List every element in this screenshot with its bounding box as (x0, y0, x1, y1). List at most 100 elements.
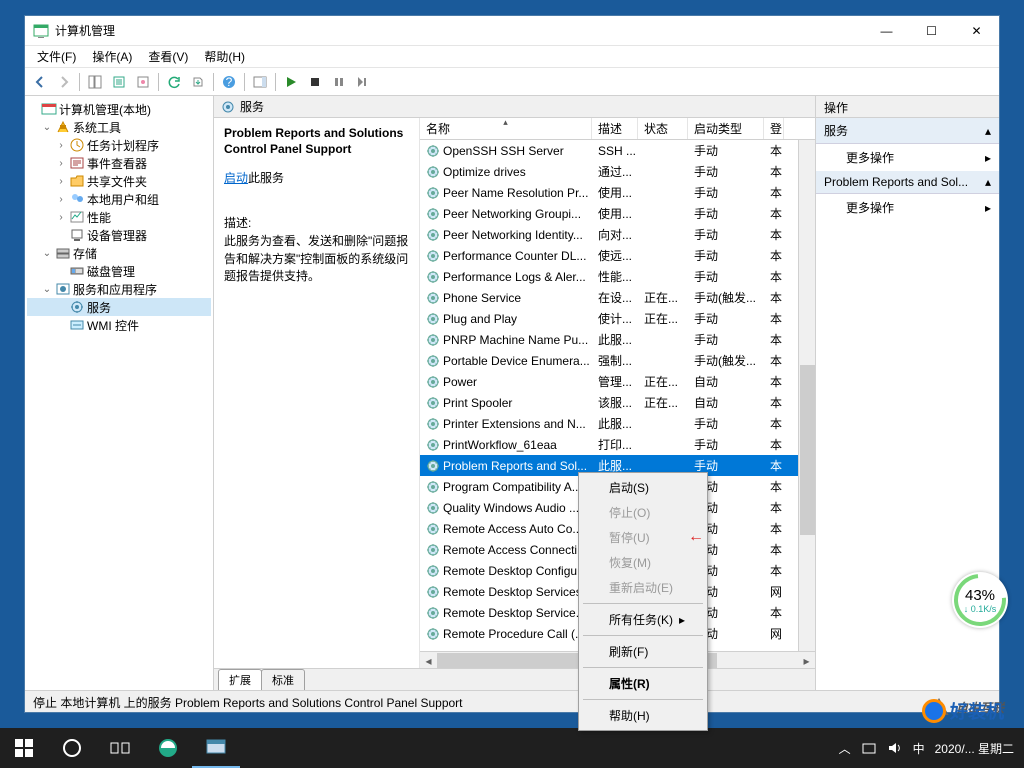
nav-back-button[interactable] (29, 71, 51, 93)
service-row[interactable]: Peer Networking Groupi...使用...手动本 (420, 203, 815, 224)
minimize-button[interactable]: — (864, 16, 909, 46)
mmc-window: 计算机管理 — ☐ ✕ 文件(F) 操作(A) 查看(V) 帮助(H) ? (24, 15, 1000, 713)
service-row[interactable]: Performance Logs & Aler...性能...手动本 (420, 266, 815, 287)
tree-storage[interactable]: ⌄存储 (27, 244, 211, 262)
menu-action[interactable]: 操作(A) (84, 46, 140, 67)
tree-local-users[interactable]: ›本地用户和组 (27, 190, 211, 208)
tray-network-icon[interactable] (861, 740, 877, 756)
export-button[interactable] (187, 71, 209, 93)
ctx-help[interactable]: 帮助(H) (581, 703, 705, 728)
ctx-start[interactable]: 启动(S) (581, 475, 705, 500)
menu-view[interactable]: 查看(V) (140, 46, 196, 67)
menu-help[interactable]: 帮助(H) (196, 46, 253, 67)
ctx-all-tasks[interactable]: 所有任务(K)▸ (581, 607, 705, 632)
tab-standard[interactable]: 标准 (261, 669, 305, 690)
taskbar-edge[interactable] (144, 728, 192, 768)
service-row[interactable]: Power管理...正在...自动本 (420, 371, 815, 392)
content-area: 计算机管理(本地) ⌄系统工具 ›任务计划程序 ›事件查看器 ›共享文件夹 ›本… (25, 96, 999, 690)
tree-disk-management[interactable]: 磁盘管理 (27, 262, 211, 280)
tree-root[interactable]: 计算机管理(本地) (27, 100, 211, 118)
tree-shared-folders[interactable]: ›共享文件夹 (27, 172, 211, 190)
tree-pane[interactable]: 计算机管理(本地) ⌄系统工具 ›任务计划程序 ›事件查看器 ›共享文件夹 ›本… (25, 96, 214, 690)
window-title: 计算机管理 (55, 22, 864, 39)
ctx-refresh[interactable]: 刷新(F) (581, 639, 705, 664)
maximize-button[interactable]: ☐ (909, 16, 954, 46)
titlebar: 计算机管理 — ☐ ✕ (25, 16, 999, 46)
help-button[interactable]: ? (218, 71, 240, 93)
action-group-services[interactable]: 服务▴ (816, 118, 999, 144)
service-row[interactable]: Peer Name Resolution Pr...使用...手动本 (420, 182, 815, 203)
col-name[interactable]: ▴名称 (420, 118, 592, 139)
service-row[interactable]: Portable Device Enumera...强制...手动(触发...本 (420, 350, 815, 371)
task-view-button[interactable] (96, 728, 144, 768)
column-headers: ▴名称 描述 状态 启动类型 登 (420, 118, 815, 140)
chevron-right-icon: ▸ (985, 151, 991, 165)
tree-device-manager[interactable]: 设备管理器 (27, 226, 211, 244)
tray-chevron-icon[interactable]: ︿ (839, 740, 851, 757)
tree-performance[interactable]: ›性能 (27, 208, 211, 226)
gear-icon (220, 99, 236, 115)
tree-system-tools[interactable]: ⌄系统工具 (27, 118, 211, 136)
tray-ime[interactable]: 中 (913, 740, 925, 757)
service-row[interactable]: Phone Service在设...正在...手动(触发...本 (420, 287, 815, 308)
taskbar[interactable]: ︿ 中 2020/... 星期二 (0, 728, 1024, 768)
action-pane-toggle-button[interactable] (249, 71, 271, 93)
service-row[interactable]: PrintWorkflow_61eaa打印...手动本 (420, 434, 815, 455)
tree-services-apps[interactable]: ⌄服务和应用程序 (27, 280, 211, 298)
collapse-icon: ▴ (985, 124, 991, 138)
action-more-1[interactable]: 更多操作▸ (816, 144, 999, 171)
start-service-button[interactable] (280, 71, 302, 93)
menu-file[interactable]: 文件(F) (29, 46, 84, 67)
service-row[interactable]: Peer Networking Identity...向对...手动本 (420, 224, 815, 245)
widget-percent: 43% (965, 587, 995, 604)
tree-services[interactable]: 服务 (27, 298, 211, 316)
menubar: 文件(F) 操作(A) 查看(V) 帮助(H) (25, 46, 999, 68)
service-row[interactable]: Optimize drives通过...手动本 (420, 161, 815, 182)
col-state[interactable]: 状态 (638, 118, 688, 139)
widget-speed: ↓ 0.1K/s (964, 604, 997, 614)
col-desc[interactable]: 描述 (592, 118, 638, 139)
tree-task-scheduler[interactable]: ›任务计划程序 (27, 136, 211, 154)
vertical-scrollbar[interactable] (798, 140, 815, 651)
action-group-selected[interactable]: Problem Reports and Sol...▴ (816, 171, 999, 194)
chevron-right-icon: ▸ (985, 201, 991, 215)
cortana-button[interactable] (48, 728, 96, 768)
service-row[interactable]: Printer Extensions and N...此服...手动本 (420, 413, 815, 434)
service-row[interactable]: Print Spooler该服...正在...自动本 (420, 392, 815, 413)
service-row[interactable]: OpenSSH SSH ServerSSH ...手动本 (420, 140, 815, 161)
action-more-2[interactable]: 更多操作▸ (816, 194, 999, 221)
service-row[interactable]: Plug and Play使计...正在...手动本 (420, 308, 815, 329)
close-button[interactable]: ✕ (954, 16, 999, 46)
taskbar-mmc[interactable] (192, 728, 240, 768)
tab-extended[interactable]: 扩展 (218, 669, 262, 690)
col-login[interactable]: 登 (764, 118, 784, 139)
context-menu: 启动(S) 停止(O) 暂停(U) 恢复(M) 重新启动(E) 所有任务(K)▸… (578, 472, 708, 731)
start-button[interactable] (0, 728, 48, 768)
description-text: 此服务为查看、发送和删除"问题报告和解决方案"控制面板的系统级问题报告提供支持。 (224, 233, 409, 285)
start-service-link[interactable]: 启动 (224, 171, 248, 185)
pause-service-button[interactable] (328, 71, 350, 93)
tray-volume-icon[interactable] (887, 740, 903, 756)
service-row[interactable]: Performance Counter DL...使远...手动本 (420, 245, 815, 266)
service-row[interactable]: PNRP Machine Name Pu...此服...手动本 (420, 329, 815, 350)
action-pane-header: 操作 (816, 96, 999, 118)
ctx-restart: 重新启动(E) (581, 575, 705, 600)
speed-widget[interactable]: 43% ↓ 0.1K/s (952, 572, 1008, 628)
restart-service-button[interactable] (352, 71, 374, 93)
tree-wmi[interactable]: WMI 控件 (27, 316, 211, 334)
tree-event-viewer[interactable]: ›事件查看器 (27, 154, 211, 172)
export-list-button[interactable] (108, 71, 130, 93)
services-title: 服务 (240, 98, 264, 115)
show-hide-tree-button[interactable] (84, 71, 106, 93)
statusbar: 停止 本地计算机 上的服务 Problem Reports and Soluti… (25, 690, 999, 712)
collapse-icon: ▴ (985, 175, 991, 189)
nav-forward-button[interactable] (53, 71, 75, 93)
system-tray[interactable]: ︿ 中 2020/... 星期二 (839, 740, 1024, 757)
toolbar: ? (25, 68, 999, 96)
tray-datetime[interactable]: 2020/... 星期二 (935, 740, 1014, 757)
stop-service-button[interactable] (304, 71, 326, 93)
refresh-button[interactable] (163, 71, 185, 93)
properties-button[interactable] (132, 71, 154, 93)
col-start[interactable]: 启动类型 (688, 118, 764, 139)
ctx-properties[interactable]: 属性(R) (581, 671, 705, 696)
